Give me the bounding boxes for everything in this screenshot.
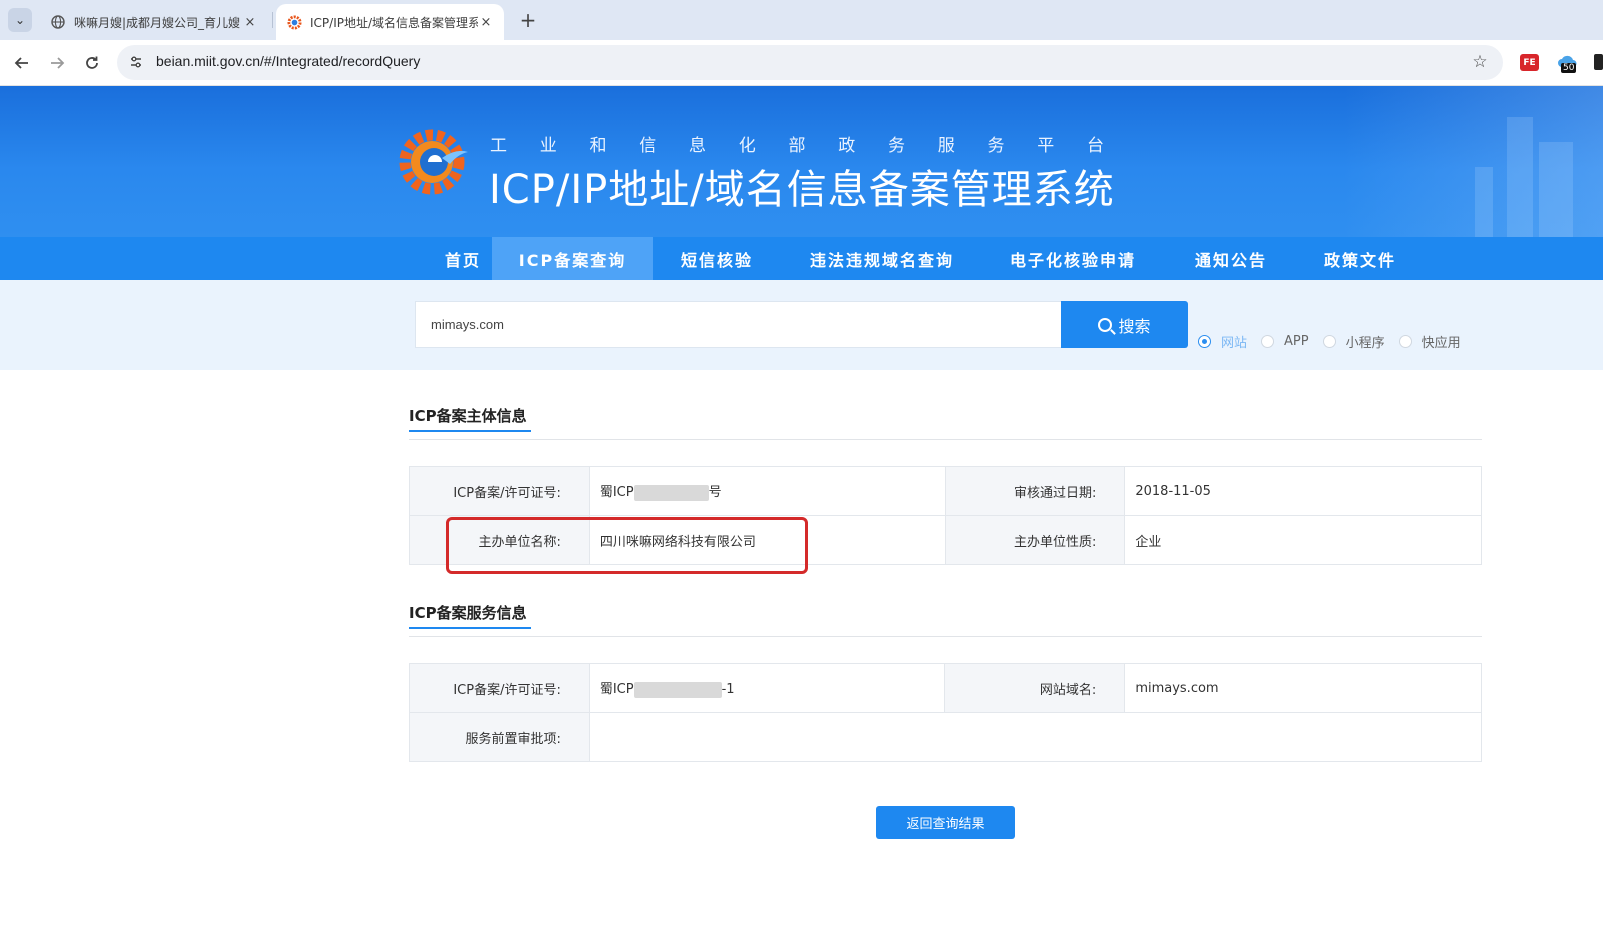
- field-label: 服务前置审批项:: [409, 712, 590, 762]
- radio-dot[interactable]: [1261, 335, 1275, 348]
- miit-logo-icon: [399, 129, 468, 195]
- tab-separator: [272, 12, 273, 28]
- subtitle-char: 化: [738, 136, 756, 156]
- subtitle-char: 和: [589, 136, 607, 156]
- license-prefix: 蜀ICP: [599, 682, 634, 698]
- tab-title: 咪嘛月嫂|成都月嫂公司_育儿嫂: [74, 15, 241, 30]
- banner-building: [1507, 117, 1533, 237]
- subtitle-char: 信: [639, 136, 657, 156]
- radio-label: 小程序: [1345, 336, 1385, 351]
- table-row: ICP备案/许可证号: 蜀ICP 号 审核通过日期: 2018-11-05: [409, 466, 1482, 516]
- redaction-mask: [633, 484, 709, 501]
- radio-website[interactable]: 网站: [1198, 332, 1247, 351]
- search-button-label: 搜索: [1118, 316, 1151, 336]
- field-value-approval-date: 2018-11-05: [1124, 466, 1482, 516]
- tab-strip: ⌄ 咪嘛月嫂|成都月嫂公司_育儿嫂 × ICP/IP地址/域名信息备案管理系 ×…: [0, 0, 1603, 40]
- radio-app[interactable]: APP: [1261, 334, 1309, 349]
- radio-dot[interactable]: [1398, 335, 1412, 348]
- field-label: ICP备案/许可证号:: [409, 466, 590, 516]
- star-icon[interactable]: ☆: [1469, 51, 1491, 73]
- site-banner: 工 业 和 信 息 化 部 政 务 服 务 平 台 ICP/IP地址/域名信息备…: [0, 86, 1603, 237]
- subtitle-char: 务: [987, 136, 1005, 156]
- site-info-icon[interactable]: [125, 51, 147, 73]
- radio-label: 网站: [1221, 336, 1248, 351]
- radio-label: 快应用: [1421, 336, 1461, 351]
- nav-item-illegal-domain[interactable]: 违法违规域名查询: [800, 237, 964, 280]
- new-tab-button[interactable]: +: [514, 6, 542, 34]
- section-title-service: ICP备案服务信息: [409, 604, 527, 622]
- section-divider: [409, 439, 1482, 440]
- back-arrow-icon[interactable]: [9, 50, 35, 76]
- section-title-subject: ICP备案主体信息: [409, 407, 527, 425]
- close-icon[interactable]: ×: [242, 15, 258, 30]
- subtitle-char: 政: [838, 136, 856, 156]
- radio-dot[interactable]: [1322, 335, 1336, 348]
- field-value-organizer-type: 企业: [1124, 515, 1482, 565]
- annotation-highlight-box: [446, 517, 808, 574]
- subtitle-char: 平: [1037, 136, 1055, 156]
- nav-item-e-verify[interactable]: 电子化核验申请: [1003, 237, 1143, 280]
- tab-title: ICP/IP地址/域名信息备案管理系: [310, 15, 478, 30]
- subtitle-char: 服: [937, 136, 955, 156]
- subtitle-char: 业: [539, 136, 557, 156]
- search-type-radios: 网站 APP 小程序 快应用: [1198, 332, 1475, 351]
- subtitle-char: 部: [788, 136, 806, 156]
- address-bar[interactable]: beian.miit.gov.cn/#/Integrated/recordQue…: [117, 45, 1503, 80]
- radio-dot[interactable]: [1198, 335, 1211, 348]
- field-label: ICP备案/许可证号:: [409, 663, 590, 713]
- reload-icon[interactable]: [79, 50, 105, 76]
- search-button[interactable]: 搜索: [1061, 301, 1188, 348]
- forward-arrow-icon[interactable]: [44, 50, 70, 76]
- license-suffix: 号: [708, 485, 722, 501]
- site-title: ICP/IP地址/域名信息备案管理系统: [489, 167, 1115, 213]
- url-text[interactable]: beian.miit.gov.cn/#/Integrated/recordQue…: [156, 53, 420, 69]
- table-row: ICP备案/许可证号: 蜀ICP -1 网站域名: mimays.com: [409, 663, 1482, 713]
- nav-item-sms-verify[interactable]: 短信核验: [664, 237, 770, 280]
- main-nav: 首页 ICP备案查询 短信核验 违法违规域名查询 电子化核验申请 通知公告 政策…: [0, 237, 1603, 280]
- radio-label: APP: [1284, 334, 1309, 349]
- license-suffix: -1: [721, 682, 735, 698]
- close-icon[interactable]: ×: [478, 15, 494, 30]
- field-value-domain: mimays.com: [1124, 663, 1482, 713]
- radio-quickapp[interactable]: 快应用: [1398, 332, 1461, 351]
- chevron-down-icon[interactable]: ⌄: [8, 8, 32, 32]
- field-value-pre-approval: [588, 712, 1483, 762]
- field-label: 审核通过日期:: [944, 466, 1126, 516]
- subtitle-char: 务: [888, 136, 905, 156]
- section-divider: [409, 636, 1482, 637]
- field-value-license: 蜀ICP 号: [588, 466, 946, 516]
- tab-mimays[interactable]: 咪嘛月嫂|成都月嫂公司_育儿嫂 ×: [40, 4, 268, 40]
- extension-partial-icon[interactable]: [1594, 54, 1603, 70]
- banner-subtitle: 工 业 和 信 息 化 部 政 务 服 务 平 台: [490, 131, 1104, 156]
- back-to-results-button[interactable]: 返回查询结果: [876, 806, 1015, 839]
- nav-item-notices[interactable]: 通知公告: [1183, 237, 1279, 280]
- service-info-table: ICP备案/许可证号: 蜀ICP -1 网站域名: mimays.com 服务前置…: [409, 663, 1483, 762]
- search-icon: [1098, 317, 1113, 332]
- table-row: 服务前置审批项:: [409, 712, 1483, 762]
- section-underline: [409, 627, 531, 629]
- subtitle-char: 息: [689, 136, 706, 156]
- nav-item-policies[interactable]: 政策文件: [1312, 237, 1408, 280]
- globe-icon: [50, 14, 66, 30]
- radio-miniprogram[interactable]: 小程序: [1322, 332, 1385, 351]
- search-band: mimays.com 搜索 网站 APP 小程序 快应用: [0, 280, 1603, 370]
- extension-badge: 50: [1561, 63, 1577, 73]
- browser-toolbar: beian.miit.gov.cn/#/Integrated/recordQue…: [0, 40, 1603, 86]
- banner-building: [1539, 142, 1573, 237]
- field-label: 网站域名:: [944, 663, 1126, 713]
- tab-icp[interactable]: ICP/IP地址/域名信息备案管理系 ×: [276, 4, 504, 40]
- field-label: 主办单位性质:: [944, 515, 1126, 565]
- field-value-license: 蜀ICP -1: [588, 663, 946, 713]
- extension-fe-icon[interactable]: FE: [1520, 54, 1539, 71]
- miit-logo-icon: [286, 14, 302, 30]
- banner-building: [1475, 167, 1493, 237]
- subtitle-char: 工: [490, 136, 507, 156]
- search-input[interactable]: mimays.com: [415, 301, 1062, 348]
- redaction-mask: [633, 681, 722, 698]
- license-prefix: 蜀ICP: [599, 485, 634, 501]
- subtitle-char: 台: [1087, 136, 1104, 156]
- nav-item-icp-query[interactable]: ICP备案查询: [492, 237, 653, 280]
- section-underline: [409, 430, 531, 432]
